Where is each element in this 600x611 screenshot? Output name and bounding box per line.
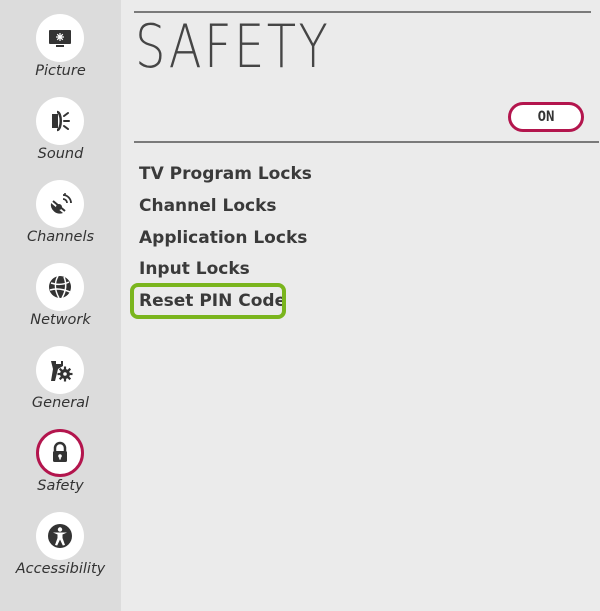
- network-icon: [36, 263, 84, 311]
- menu-item-channel-locks[interactable]: Channel Locks: [139, 196, 277, 216]
- sidebar-item-accessibility[interactable]: Accessibility: [0, 512, 121, 592]
- safety-toggle[interactable]: ON: [508, 102, 584, 132]
- sidebar-item-label: Sound: [37, 146, 84, 162]
- sidebar-item-label: Network: [30, 312, 91, 328]
- sidebar-item-label: Safety: [37, 478, 84, 494]
- main-panel: SAFETY ON TV Program Locks Channel Locks…: [121, 0, 600, 611]
- accessibility-icon: [36, 512, 84, 560]
- sidebar: Picture Sound Channels Network General S…: [0, 0, 121, 611]
- sidebar-item-channels[interactable]: Channels: [0, 180, 121, 260]
- sidebar-item-network[interactable]: Network: [0, 263, 121, 343]
- channels-icon: [36, 180, 84, 228]
- sound-icon: [36, 97, 84, 145]
- sidebar-item-safety[interactable]: Safety: [0, 429, 121, 509]
- menu-item-tv-program-locks[interactable]: TV Program Locks: [139, 164, 312, 184]
- sidebar-item-picture[interactable]: Picture: [0, 14, 121, 94]
- header-divider: [134, 141, 599, 143]
- menu-item-reset-pin-code[interactable]: Reset PIN Code: [139, 291, 286, 311]
- sidebar-item-label: General: [31, 395, 90, 411]
- page-title: SAFETY: [135, 12, 331, 82]
- sidebar-item-label: Channels: [26, 229, 95, 245]
- menu-item-application-locks[interactable]: Application Locks: [139, 228, 307, 248]
- sidebar-item-general[interactable]: General: [0, 346, 121, 426]
- lock-icon: [36, 429, 84, 477]
- sidebar-item-label: Picture: [35, 63, 86, 79]
- menu-item-input-locks[interactable]: Input Locks: [139, 259, 250, 279]
- sidebar-item-sound[interactable]: Sound: [0, 97, 121, 177]
- sidebar-item-label: Accessibility: [15, 561, 106, 577]
- picture-icon: [36, 14, 84, 62]
- general-icon: [36, 346, 84, 394]
